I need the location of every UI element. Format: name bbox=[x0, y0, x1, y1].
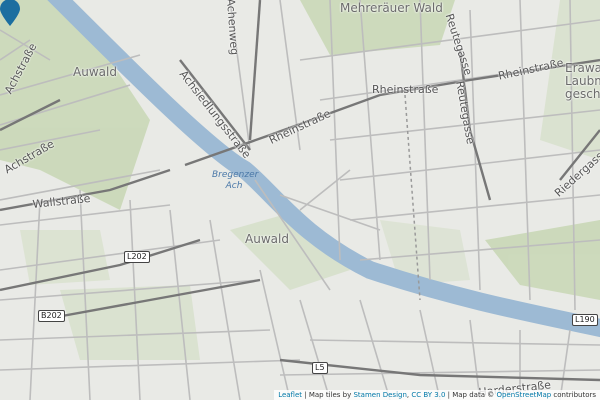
osm-link[interactable]: OpenStreetMap bbox=[496, 391, 551, 399]
map-pin-icon[interactable] bbox=[0, 0, 20, 26]
cc-license-link[interactable]: CC BY 3.0 bbox=[411, 391, 445, 399]
street-label: Rheinstraße bbox=[372, 83, 439, 96]
area-label: Auwald bbox=[73, 65, 117, 79]
map-view[interactable]: Mehreräuer Wald Auwald Auwald Erawa Laub… bbox=[0, 0, 600, 400]
area-label: Erawa Laubmis gesch bbox=[565, 61, 600, 101]
attribution-text: | Map data © bbox=[445, 391, 497, 399]
water-label: Bregenzer Ach bbox=[212, 170, 259, 191]
attribution-text: | Map tiles by bbox=[302, 391, 354, 399]
stamen-link[interactable]: Stamen Design bbox=[353, 391, 406, 399]
road-shield: L5 bbox=[312, 362, 328, 374]
attribution: Leaflet | Map tiles by Stamen Design, CC… bbox=[274, 390, 600, 400]
area-label: Mehreräuer Wald bbox=[340, 1, 443, 15]
area-label: Auwald bbox=[245, 232, 289, 246]
road-shield: L202 bbox=[124, 251, 150, 263]
leaflet-link[interactable]: Leaflet bbox=[278, 391, 302, 399]
attribution-text: contributors bbox=[551, 391, 596, 399]
road-shield: L190 bbox=[572, 314, 598, 326]
road-shield: B202 bbox=[38, 310, 65, 322]
